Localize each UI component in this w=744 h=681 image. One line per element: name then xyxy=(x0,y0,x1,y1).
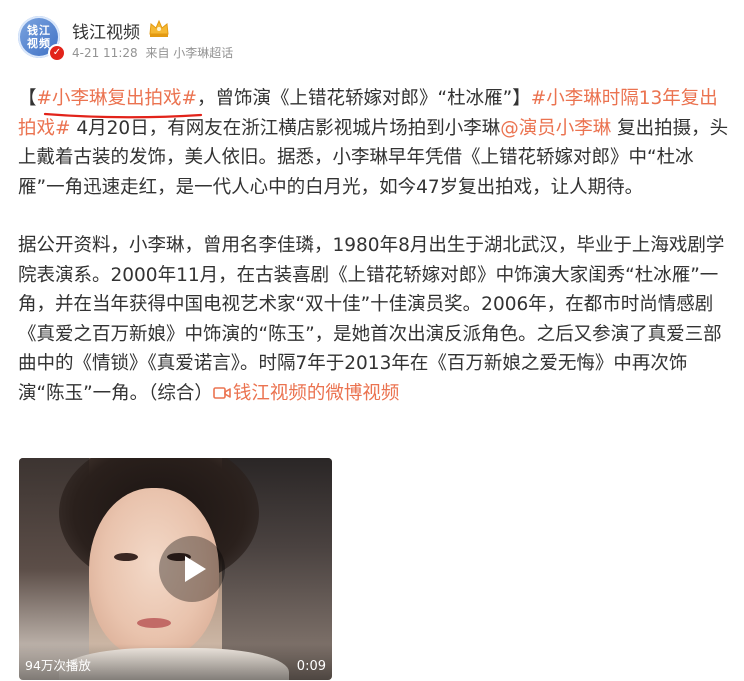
paragraph-1: 【#小李琳复出拍戏# ，曾饰演《上错花轿嫁对郎》“杜冰雁”】#小李琳时隔13年复出… xyxy=(18,84,730,202)
hashtag-link[interactable]: #小李琳复出拍戏# xyxy=(37,88,198,109)
author-name[interactable]: 钱江视频 xyxy=(72,18,140,43)
view-count: 94万次播放 xyxy=(25,658,91,673)
mention-link[interactable]: @演员小李琳 xyxy=(500,118,611,139)
post-text: 据公开资料，小李琳，曾用名李佳璘，1980年8月出生于湖北武汉，毕业于上海戏剧学… xyxy=(18,235,725,404)
post-content: 【#小李琳复出拍戏# ，曾饰演《上错花轿嫁对郎》“杜冰雁”】#小李琳时隔13年复出… xyxy=(18,84,730,408)
red-underline-mark xyxy=(43,112,202,118)
hashtag-wrap: #小李琳复出拍戏# xyxy=(37,84,202,118)
video-link-label: 钱江视频的微博视频 xyxy=(232,382,400,404)
post-header: 钱江 视频 ✓ 钱江视频 4-21 11:28 来自 小李琳超话 xyxy=(18,12,718,64)
post-source[interactable]: 来自 小李琳超话 xyxy=(145,46,233,60)
video-player[interactable]: 94万次播放 0:09 xyxy=(19,458,332,680)
video-frame-eye xyxy=(114,553,138,561)
verified-badge-icon: ✓ xyxy=(48,44,66,62)
post-meta: 4-21 11:28 来自 小李琳超话 xyxy=(72,44,237,61)
post-text: 4月20日，有网友在浙江横店影视城片场拍到小李琳 xyxy=(70,117,501,139)
paragraph-2: 据公开资料，小李琳，曾用名李佳璘，1980年8月出生于湖北武汉，毕业于上海戏剧学… xyxy=(18,231,730,408)
post-text: ，曾饰演《上错花轿嫁对郎》“杜冰雁”】 xyxy=(197,88,531,109)
play-icon xyxy=(185,556,206,582)
video-frame-lips xyxy=(137,618,171,628)
crown-badge-icon xyxy=(149,19,169,37)
play-button[interactable] xyxy=(159,536,225,602)
post-date[interactable]: 4-21 11:28 xyxy=(72,46,138,60)
video-duration: 0:09 xyxy=(296,659,326,674)
avatar-text-top: 钱江 xyxy=(27,24,51,37)
bracket-open: 【 xyxy=(18,88,37,109)
video-camera-icon xyxy=(213,386,231,399)
avatar-text-bottom: 视频 xyxy=(27,37,51,50)
video-link[interactable]: 钱江视频的微博视频 xyxy=(213,382,400,404)
